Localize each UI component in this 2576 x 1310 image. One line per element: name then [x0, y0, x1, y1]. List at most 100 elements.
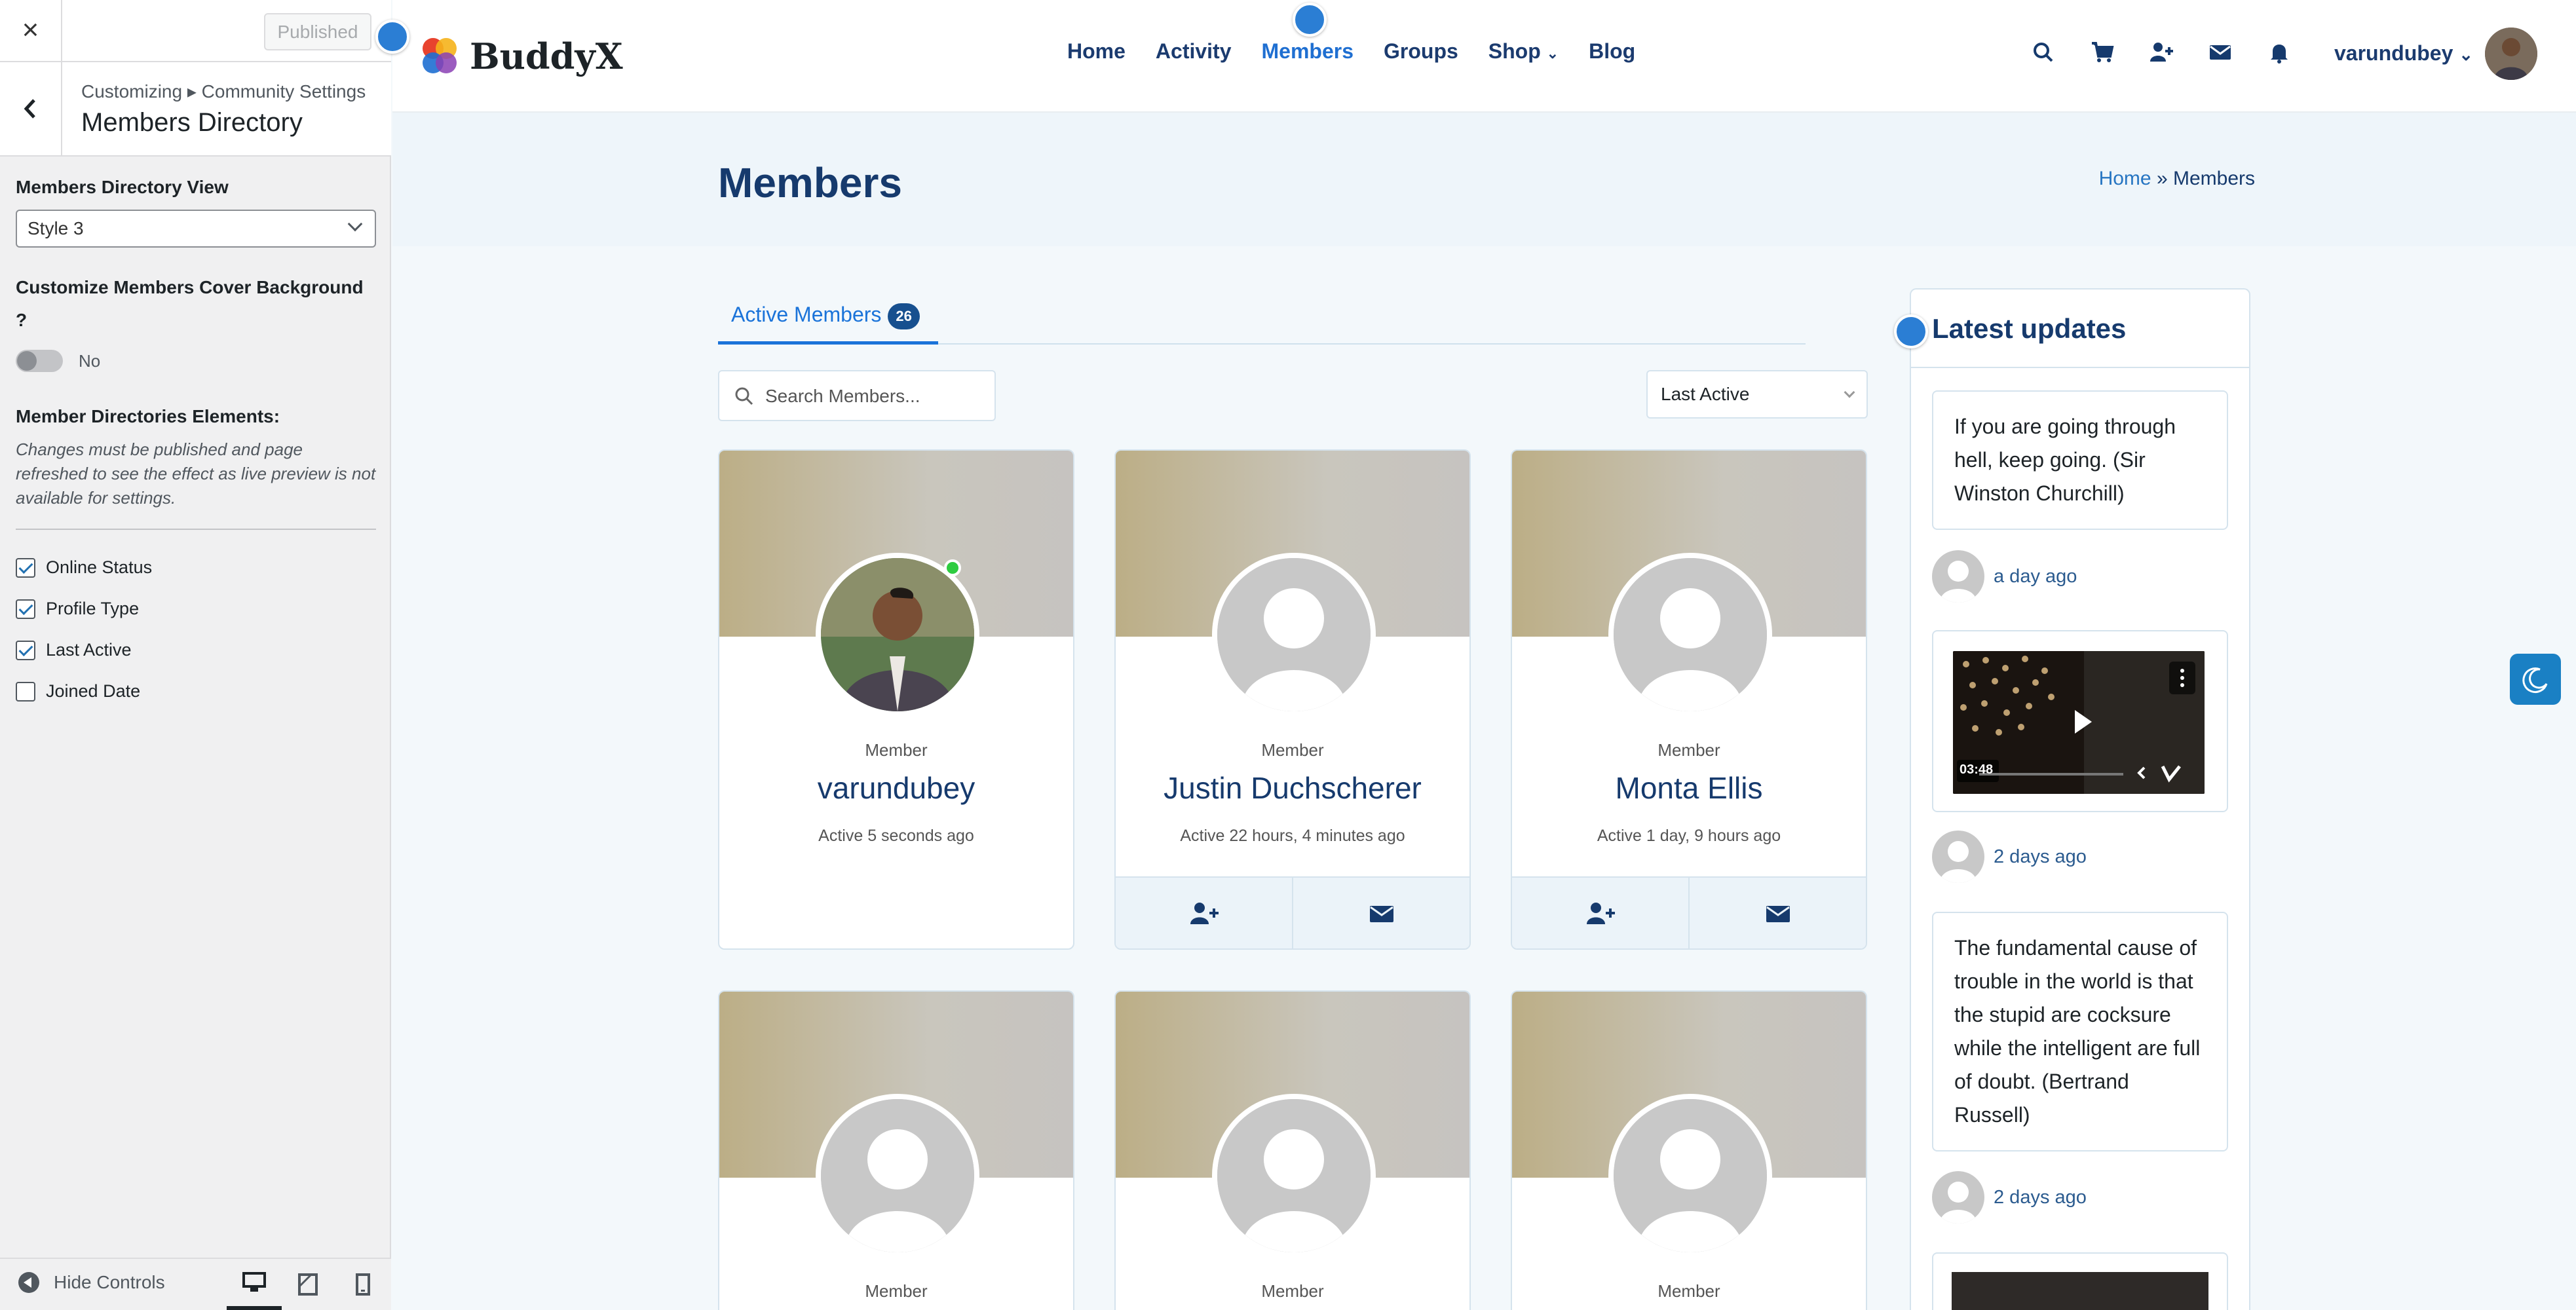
- checkbox[interactable]: [16, 640, 35, 660]
- avatar[interactable]: [1932, 831, 1984, 883]
- messages-icon[interactable]: [2207, 39, 2266, 72]
- member-avatar[interactable]: [1212, 1094, 1376, 1258]
- activity-time[interactable]: 2 days ago: [1994, 846, 2087, 868]
- member-actions: [1512, 876, 1866, 948]
- checkbox-label: Last Active: [46, 640, 132, 660]
- add-friend-button[interactable]: [1116, 878, 1293, 948]
- hide-controls-button[interactable]: Hide Controls: [18, 1272, 165, 1293]
- chevron-down-icon: [1844, 386, 1855, 398]
- checkbox-row[interactable]: Profile Type: [16, 588, 376, 629]
- dark-mode-toggle[interactable]: [2510, 654, 2561, 705]
- divider: [16, 529, 376, 530]
- member-type: Member: [1657, 740, 1720, 760]
- site-logo[interactable]: BuddyX: [417, 34, 623, 79]
- avatar[interactable]: [1932, 550, 1984, 603]
- header-avatar[interactable]: [2485, 28, 2537, 80]
- cover-toggle[interactable]: [16, 350, 63, 372]
- video-embed[interactable]: 03:48: [1953, 651, 2205, 794]
- member-card[interactable]: Member Justin Duchscherer Active 22 hour…: [1114, 449, 1471, 950]
- cart-icon[interactable]: [2089, 39, 2148, 72]
- nav-shop[interactable]: Shop ⌄: [1488, 39, 1559, 64]
- user-menu[interactable]: varundubey ⌄: [2334, 41, 2473, 66]
- member-avatar[interactable]: [1608, 553, 1772, 717]
- member-card[interactable]: Member: [1114, 990, 1471, 1310]
- mobile-icon: [356, 1273, 370, 1296]
- edit-menu-icon[interactable]: [1293, 3, 1327, 37]
- section-header: Customizing ▸ Community Settings Members…: [0, 62, 391, 157]
- view-select[interactable]: Style 3: [16, 210, 376, 248]
- desktop-preview-button[interactable]: [227, 1259, 282, 1310]
- tablet-icon: [298, 1273, 318, 1296]
- close-icon[interactable]: ×: [0, 0, 62, 62]
- activity-time[interactable]: a day ago: [1994, 566, 2077, 588]
- main-nav: Home Activity Members Groups Shop ⌄ Blog: [1067, 39, 1665, 64]
- breadcrumb-current: Members: [2172, 168, 2255, 189]
- video-duration: 03:48: [1960, 762, 1994, 777]
- member-card[interactable]: Member varundubey Active 5 seconds ago: [718, 449, 1074, 950]
- member-name[interactable]: Justin Duchscherer: [1116, 770, 1469, 806]
- message-button[interactable]: [1690, 878, 1866, 948]
- chevron-down-icon: [347, 216, 363, 232]
- add-friend-icon[interactable]: [2148, 39, 2207, 72]
- breadcrumb-home[interactable]: Home: [2099, 168, 2151, 189]
- tab-label: Active Members: [731, 303, 882, 326]
- checkbox[interactable]: [16, 557, 35, 578]
- search-icon[interactable]: [2030, 39, 2089, 72]
- member-avatar[interactable]: [816, 553, 979, 717]
- hide-controls-label: Hide Controls: [54, 1272, 165, 1292]
- published-button[interactable]: Published: [264, 13, 371, 50]
- member-name[interactable]: varundubey: [719, 770, 1073, 806]
- sort-select[interactable]: Last Active: [1646, 370, 1868, 419]
- cover-label: Customize Members Cover Background ?: [16, 277, 364, 330]
- checkbox[interactable]: [16, 599, 35, 619]
- search-members-input[interactable]: Search Members...: [718, 370, 996, 421]
- nav-activity[interactable]: Activity: [1156, 39, 1232, 64]
- back-button[interactable]: [0, 62, 62, 155]
- member-avatar[interactable]: [816, 1094, 979, 1258]
- member-avatar[interactable]: [1212, 553, 1376, 717]
- add-friend-button[interactable]: [1512, 878, 1690, 948]
- checkbox-row[interactable]: Joined Date: [16, 671, 376, 712]
- page-banner: Members Home » Members: [392, 113, 2576, 246]
- message-button[interactable]: [1293, 878, 1469, 948]
- activity-meta: 2 days ago: [1932, 831, 2087, 883]
- tab-active-members[interactable]: Active Members 26: [718, 296, 938, 345]
- notifications-icon[interactable]: [2266, 39, 2325, 72]
- search-icon: [735, 387, 753, 405]
- site-header: BuddyX Home Activity Members Groups Shop…: [375, 0, 2576, 113]
- checkbox[interactable]: [16, 681, 35, 702]
- member-card[interactable]: Member: [1511, 990, 1867, 1310]
- envelope-icon: [1369, 906, 1393, 922]
- nav-members[interactable]: Members: [1262, 39, 1354, 64]
- customizer-breadcrumb: Customizing ▸ Community Settings: [81, 81, 366, 102]
- video-thumbnail[interactable]: [1952, 1272, 2208, 1310]
- nav-blog[interactable]: Blog: [1589, 39, 1635, 64]
- checkbox-label: Joined Date: [46, 681, 141, 701]
- member-name[interactable]: Monta Ellis: [1512, 770, 1866, 806]
- nav-groups[interactable]: Groups: [1384, 39, 1458, 64]
- edit-shortcut-icon[interactable]: [375, 20, 409, 54]
- section-title: Members Directory: [81, 108, 303, 137]
- default-avatar-icon: [1614, 558, 1767, 711]
- edit-widget-icon[interactable]: [1894, 314, 1928, 348]
- member-last-active: Active 1 day, 9 hours ago: [1597, 827, 1781, 845]
- default-avatar-icon: [1217, 558, 1371, 711]
- member-avatar[interactable]: [1608, 1094, 1772, 1258]
- member-type: Member: [1657, 1281, 1720, 1301]
- avatar[interactable]: [1932, 1171, 1984, 1224]
- activity-time[interactable]: 2 days ago: [1994, 1187, 2087, 1208]
- elements-label: Member Directories Elements:: [16, 406, 280, 426]
- mobile-preview-button[interactable]: [335, 1259, 390, 1310]
- checkbox-row[interactable]: Online Status: [16, 547, 376, 588]
- member-card[interactable]: Member: [718, 990, 1074, 1310]
- member-count-badge: 26: [888, 303, 920, 329]
- checkbox-row[interactable]: Last Active: [16, 629, 376, 671]
- chevron-down-icon: ⌄: [1546, 45, 1559, 62]
- add-friend-icon: [1190, 903, 1219, 924]
- members-tabs: Active Members 26: [718, 296, 1806, 345]
- nav-home[interactable]: Home: [1067, 39, 1126, 64]
- moon-icon: [2522, 667, 2548, 693]
- tablet-preview-button[interactable]: [280, 1259, 335, 1310]
- chevron-left-icon: [24, 99, 35, 119]
- member-card[interactable]: Member Monta Ellis Active 1 day, 9 hours…: [1511, 449, 1867, 950]
